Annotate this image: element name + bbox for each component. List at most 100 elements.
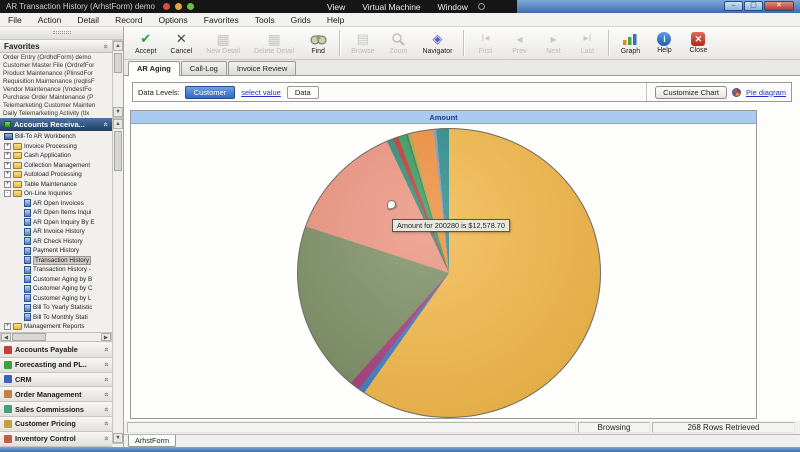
mac-menu-virtual-machine[interactable]: Virtual Machine <box>362 2 420 12</box>
close-window-button[interactable]: ✕ <box>764 1 794 11</box>
tree-horizontal-scrollbar[interactable]: ◀ ▶ <box>0 332 112 342</box>
sidebar-section-accounts-payable[interactable]: Accounts Payable» <box>0 343 112 358</box>
help-button[interactable]: iHelp <box>647 27 681 59</box>
scroll-thumb[interactable] <box>114 53 122 73</box>
cancel-button[interactable]: ✕Cancel <box>163 27 199 59</box>
sidebar-section-inventory-control[interactable]: Inventory Control» <box>0 432 112 447</box>
expand-toggle-icon[interactable]: + <box>4 181 11 188</box>
tree-item-cash-application[interactable]: +Cash Application <box>0 151 112 161</box>
expand-toggle-icon[interactable]: + <box>4 162 11 169</box>
tree-item-ar-open-invoices[interactable]: AR Open Invoices <box>0 199 112 209</box>
tab-ar-aging[interactable]: AR Aging <box>128 61 180 76</box>
scroll-thumb[interactable] <box>114 131 122 171</box>
scroll-up-icon[interactable]: ▲ <box>113 119 123 129</box>
expand-chevron-icon[interactable]: » <box>101 377 110 381</box>
favorite-item-telemarketing-cu[interactable]: Telemarketing Customer Mainten <box>3 102 112 110</box>
expand-chevron-icon[interactable]: » <box>101 362 110 366</box>
tree-item-management-reports[interactable]: +Management Reports <box>0 322 112 331</box>
mac-menu-window[interactable]: Window <box>438 2 468 12</box>
favorite-item-order-entry-or[interactable]: Order Entry (OrdhdForm) demo <box>3 54 112 62</box>
favorite-item-customer-master[interactable]: Customer Master File (OrdrefFor <box>3 62 112 70</box>
tree-item-on-line-inquiries[interactable]: -On-Line Inquiries <box>0 189 112 199</box>
close-button[interactable]: ✕Close <box>681 27 715 59</box>
pie-diagram-link[interactable]: Pie diagram <box>746 88 786 97</box>
scroll-left-icon[interactable]: ◀ <box>1 333 11 341</box>
favorite-item-vendor-maintenan[interactable]: Vendor Maintenance (VndestFo <box>3 86 112 94</box>
scroll-down-icon[interactable]: ▼ <box>113 433 123 443</box>
collapse-icon[interactable]: « <box>101 122 110 126</box>
tree-item-collection-management[interactable]: +Collection Management <box>0 161 112 171</box>
minimize-light-icon[interactable] <box>175 3 182 10</box>
tree-item-bill-to-yearly-statistic[interactable]: Bill To Yearly Statistic <box>0 303 112 313</box>
expand-toggle-icon[interactable]: + <box>4 143 11 150</box>
tree-item-ar-invoice-history[interactable]: AR Invoice History <box>0 227 112 237</box>
tree-item-table-maintenance[interactable]: +Table Maintenance <box>0 180 112 190</box>
pie-chart[interactable] <box>297 128 601 418</box>
favorite-item-purchase-order-m[interactable]: Purchase Order Maintenance (P <box>3 94 112 102</box>
traffic-lights[interactable] <box>163 3 199 10</box>
favorite-item-daily-telemarket[interactable]: Daily Telemarketing Activity (tlx <box>3 110 112 118</box>
sidebar-section-crm[interactable]: CRM» <box>0 373 112 388</box>
scroll-thumb[interactable] <box>12 333 46 341</box>
sidebar-section-forecasting-and-pl[interactable]: Forecasting and PL..» <box>0 358 112 373</box>
favorite-item-requisition-main[interactable]: Requisition Maintenance (reqlisF <box>3 78 112 86</box>
tree-item-autoload-processing[interactable]: +Autoload Processing <box>0 170 112 180</box>
sidebar-section-customer-pricing[interactable]: Customer Pricing» <box>0 417 112 432</box>
maximize-button[interactable]: ▢ <box>744 1 763 11</box>
tree-item-payment-history[interactable]: Payment History <box>0 246 112 256</box>
sidebar-handle[interactable] <box>0 27 123 40</box>
close-light-icon[interactable] <box>163 3 170 10</box>
tree-item-bill-to-ar-workbench[interactable]: Bill-To AR Workbench <box>0 132 112 142</box>
expand-toggle-icon[interactable]: + <box>4 152 11 159</box>
tree-item-customer-aging-by-b[interactable]: Customer Aging by B <box>0 275 112 285</box>
expand-chevron-icon[interactable]: » <box>101 348 110 352</box>
expand-chevron-icon[interactable]: » <box>101 436 110 440</box>
tree-scrollbar[interactable]: ▲ ▼ <box>112 118 124 444</box>
menu-grids[interactable]: Grids <box>291 15 311 25</box>
minimize-button[interactable]: – <box>724 1 743 11</box>
tree-item-customer-aging-by-c[interactable]: Customer Aging by C <box>0 284 112 294</box>
expand-toggle-icon[interactable]: - <box>4 190 11 197</box>
tree-item-ar-check-history[interactable]: AR Check History <box>0 237 112 247</box>
navigator-button[interactable]: ◈Navigator <box>415 27 459 59</box>
menu-file[interactable]: File <box>8 15 22 25</box>
customize-chart-button[interactable]: Customize Chart <box>655 86 727 99</box>
menu-tools[interactable]: Tools <box>255 15 275 25</box>
tree-item-bill-to-monthly-stati[interactable]: Bill To Monthly Stati <box>0 313 112 323</box>
expand-chevron-icon[interactable]: » <box>101 392 110 396</box>
menu-options[interactable]: Options <box>158 15 187 25</box>
graph-button[interactable]: Graph <box>613 27 647 59</box>
mac-menu-view[interactable]: View <box>327 2 345 12</box>
menu-record[interactable]: Record <box>115 15 142 25</box>
tab-call-log[interactable]: Call-Log <box>181 61 227 75</box>
collapse-icon[interactable]: « <box>101 44 110 48</box>
data-level-button[interactable]: Data <box>287 86 319 99</box>
expand-toggle-icon[interactable]: + <box>4 323 11 330</box>
tree-item-ar-open-items-inqui[interactable]: AR Open Items Inqui <box>0 208 112 218</box>
menu-favorites[interactable]: Favorites <box>204 15 239 25</box>
expand-chevron-icon[interactable]: » <box>101 422 110 426</box>
favorites-scrollbar[interactable]: ▲ ▼ <box>112 40 124 118</box>
favorites-header[interactable]: Favorites « <box>0 40 112 53</box>
customer-level-button[interactable]: Customer <box>185 86 236 99</box>
accept-button[interactable]: ✔Accept <box>128 27 163 59</box>
scroll-right-icon[interactable]: ▶ <box>101 333 111 341</box>
zoom-light-icon[interactable] <box>187 3 194 10</box>
scroll-up-icon[interactable]: ▲ <box>113 41 123 51</box>
menu-help[interactable]: Help <box>327 15 344 25</box>
favorite-item-product-maintena[interactable]: Product Maintenance (PlinsdFor <box>3 70 112 78</box>
accounts-receivable-header[interactable]: Accounts Receiva... « <box>0 118 112 131</box>
tree-item-transaction-history[interactable]: Transaction History <box>0 256 112 266</box>
sidebar-section-sales-commissions[interactable]: Sales Commissions» <box>0 402 112 417</box>
expand-toggle-icon[interactable]: + <box>4 171 11 178</box>
scroll-down-icon[interactable]: ▼ <box>113 107 123 117</box>
tree-item-transaction-history[interactable]: Transaction History - <box>0 265 112 275</box>
expand-chevron-icon[interactable]: » <box>101 407 110 411</box>
tab-arhstform[interactable]: ArhstForm <box>128 435 176 447</box>
tree-item-invoice-processing[interactable]: +Invoice Processing <box>0 142 112 152</box>
menu-detail[interactable]: Detail <box>77 15 99 25</box>
tab-invoice-review[interactable]: Invoice Review <box>228 61 296 75</box>
tree-item-ar-open-inquiry-by-e[interactable]: AR Open Inquiry By E <box>0 218 112 228</box>
find-button[interactable]: Find <box>301 27 335 59</box>
sidebar-section-order-management[interactable]: Order Management» <box>0 387 112 402</box>
